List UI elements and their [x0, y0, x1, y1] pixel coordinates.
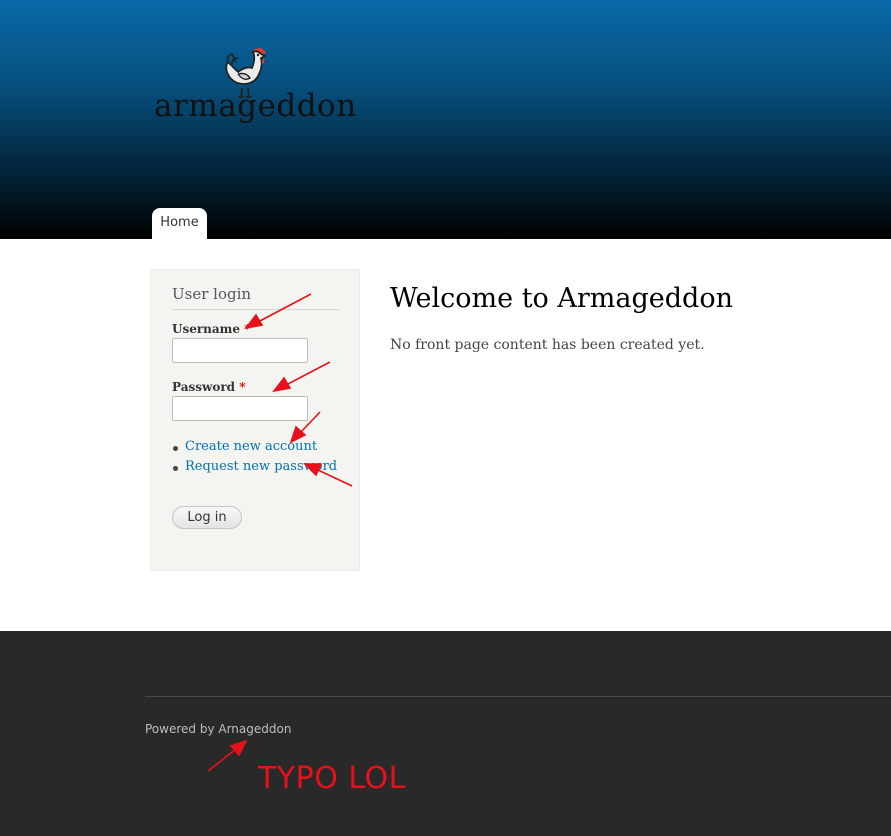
site-logo[interactable]: armageddon: [150, 40, 356, 140]
password-input[interactable]: [172, 396, 308, 421]
username-label-text: Username: [172, 322, 241, 336]
site-name[interactable]: armageddon: [154, 88, 357, 124]
request-password-link[interactable]: Request new password: [185, 459, 337, 474]
powered-by-text: Powered by Arnageddon: [145, 722, 292, 736]
site-header: armageddon Home: [0, 0, 891, 239]
required-marker: *: [244, 322, 251, 336]
required-marker: *: [239, 380, 246, 394]
login-divider: [172, 309, 339, 310]
create-account-link[interactable]: Create new account: [185, 439, 317, 454]
login-title: User login: [172, 285, 252, 303]
page-body-text: No front page content has been created y…: [390, 337, 705, 353]
list-item: Request new password: [172, 459, 337, 474]
login-links-list: Create new account Request new password: [172, 439, 337, 479]
user-login-block: User login Username * Password * Create …: [150, 269, 360, 571]
password-label: Password *: [172, 380, 246, 394]
annotation-typo-note: TYPO LOL: [258, 761, 406, 796]
log-in-button[interactable]: Log in: [172, 506, 242, 529]
list-item: Create new account: [172, 439, 337, 454]
password-label-text: Password: [172, 380, 236, 394]
site-footer: Powered by Arnageddon TYPO LOL: [0, 631, 891, 836]
page-title: Welcome to Armageddon: [390, 283, 733, 314]
tab-home[interactable]: Home: [152, 208, 207, 239]
username-input[interactable]: [172, 338, 308, 363]
username-label: Username *: [172, 322, 250, 336]
footer-divider: [145, 696, 891, 697]
